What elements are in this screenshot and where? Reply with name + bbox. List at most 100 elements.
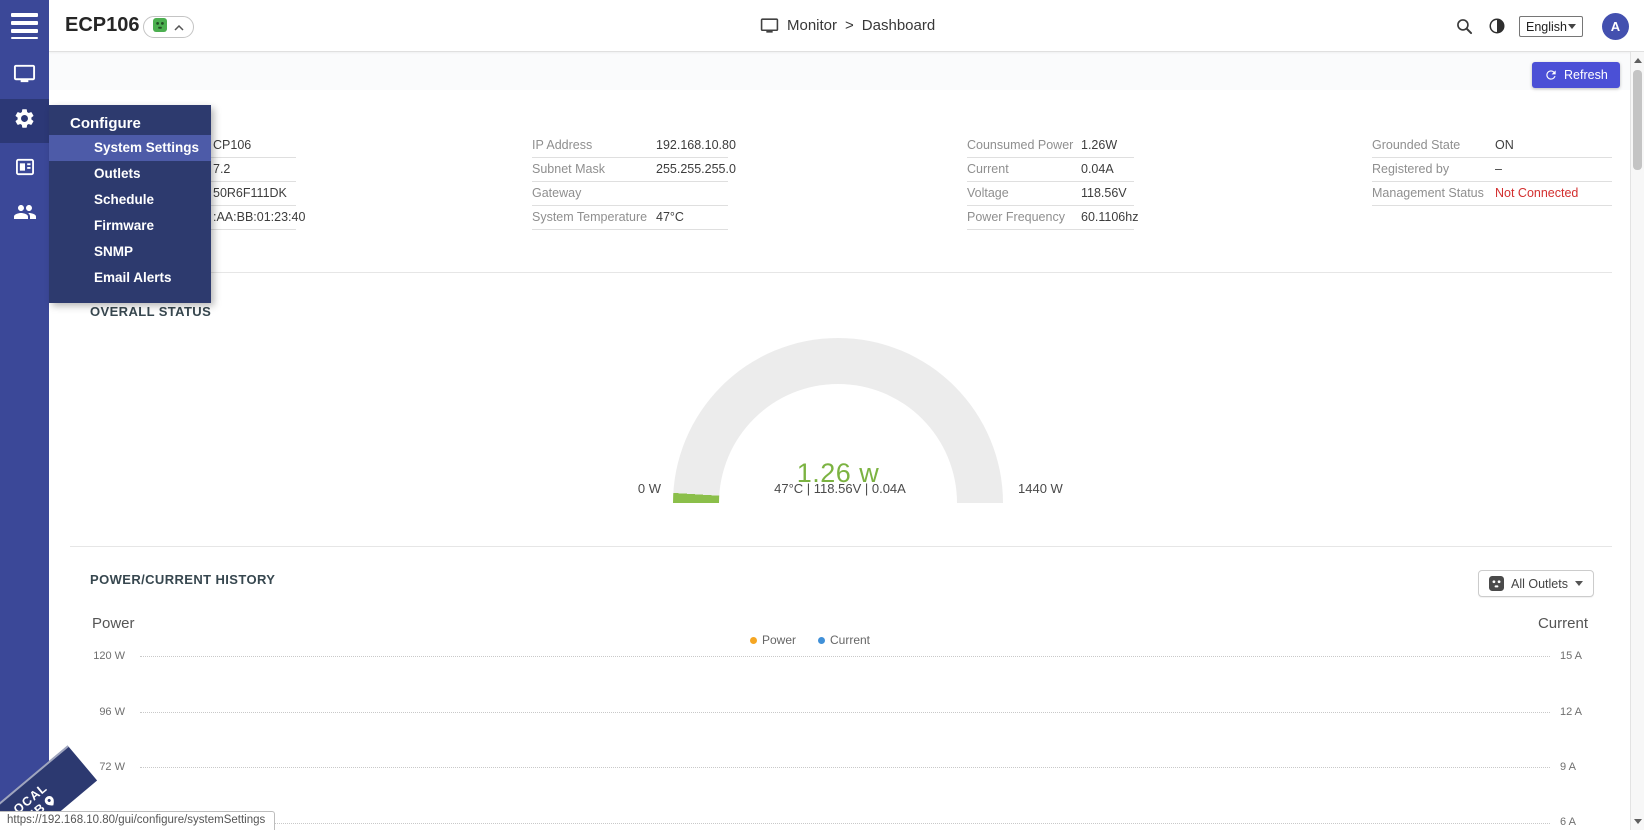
info-row: IP Address192.168.10.80 [532, 134, 728, 158]
outlet-status-icon [153, 18, 167, 37]
hamburger-menu-icon[interactable] [11, 13, 38, 39]
topbar: ECP106 Monitor > Dashboard English [49, 0, 1644, 52]
chart-gridline [140, 656, 1550, 657]
info-row: Registered by – [1372, 158, 1612, 182]
monitor-icon [760, 16, 779, 35]
info-row: Current 0.04A [967, 158, 1134, 182]
left-tick: 120 W [70, 650, 125, 662]
info-value: 0.04A [1081, 158, 1114, 181]
flyout-menu-title: Configure [70, 113, 141, 135]
power-legend-dot [750, 637, 757, 644]
menu-item-outlets[interactable]: Outlets [49, 161, 211, 187]
history-title: POWER/CURRENT HISTORY [90, 572, 275, 587]
info-value: 1.26W [1081, 134, 1117, 157]
management-status-value: Not Connected [1495, 182, 1578, 205]
search-icon[interactable] [1453, 15, 1475, 37]
right-tick: 15 A [1560, 650, 1582, 662]
scrollbar-up-arrow[interactable] [1634, 58, 1642, 63]
vertical-scrollbar[interactable] [1630, 52, 1644, 830]
sidebar-item-users[interactable] [0, 192, 49, 236]
breadcrumb: Monitor > Dashboard [760, 16, 935, 35]
info-value: 47°C [656, 206, 684, 229]
mac-address-value: :AA:BB:01:23:40 [213, 206, 305, 229]
device-status-pill[interactable] [143, 16, 194, 38]
info-label: Subnet Mask [532, 162, 605, 176]
info-label: Current [967, 162, 1009, 176]
contrast-icon[interactable] [1486, 15, 1508, 37]
chart-legend: Power Current [660, 633, 960, 647]
serial-number-value: 50R6F111DK [213, 182, 287, 205]
sidebar-item-monitor[interactable] [0, 54, 49, 98]
legend-label: Current [830, 633, 870, 647]
right-tick: 9 A [1560, 761, 1576, 773]
current-legend-dot [818, 637, 825, 644]
legend-item-power: Power [750, 633, 796, 647]
sidebar-item-logs[interactable] [0, 147, 49, 191]
chart-gridline [140, 823, 1550, 824]
info-value: – [1495, 158, 1502, 181]
breadcrumb-separator: > [845, 17, 854, 34]
info-value: ON [1495, 134, 1514, 157]
news-icon [14, 156, 36, 183]
language-select[interactable]: English [1519, 16, 1583, 37]
avatar[interactable]: A [1602, 13, 1629, 40]
info-row: Subnet Mask255.255.255.0 [532, 158, 728, 182]
chevron-up-icon [174, 18, 184, 36]
right-axis-title: Current [1488, 615, 1588, 632]
firmware-version-value: 7.2 [213, 158, 230, 181]
language-selected: English [1526, 20, 1567, 34]
all-outlets-button[interactable]: All Outlets [1478, 570, 1594, 597]
menu-item-firmware[interactable]: Firmware [49, 213, 211, 239]
info-value: 118.56V [1081, 182, 1127, 205]
info-row: Gateway [532, 182, 728, 206]
menu-item-schedule[interactable]: Schedule [49, 187, 211, 213]
info-label: Registered by [1372, 162, 1449, 176]
info-row: Voltage 118.56V [967, 182, 1134, 206]
chart-gridline [140, 712, 1550, 713]
power-gauge: 1.26 w [673, 338, 1003, 503]
refresh-label: Refresh [1564, 68, 1608, 82]
device-info-col3: Counsumed Power 1.26W Current 0.04A Voltag… [967, 134, 1134, 230]
info-value: 192.168.10.80 [656, 134, 736, 157]
info-label: Counsumed Power [967, 138, 1073, 152]
gear-icon [13, 107, 36, 135]
info-label: IP Address [532, 138, 592, 152]
menu-item-snmp[interactable]: SNMP [49, 239, 211, 265]
info-value: 255.255.255.0 [656, 158, 736, 181]
sidebar [0, 0, 49, 830]
caret-down-icon [1568, 24, 1576, 29]
all-outlets-label: All Outlets [1511, 577, 1568, 591]
section-divider [70, 272, 1612, 273]
breadcrumb-page[interactable]: Dashboard [862, 17, 935, 34]
outlet-icon [1489, 576, 1504, 591]
info-row: System Temperature47°C [532, 206, 728, 230]
info-label: Power Frequency [967, 210, 1065, 224]
device-name-value: CP106 [213, 134, 251, 157]
menu-item-system-settings[interactable]: System Settings [49, 135, 211, 161]
legend-item-current: Current [818, 633, 870, 647]
sidebar-item-configure[interactable] [0, 99, 49, 143]
info-row: Grounded StateON [1372, 134, 1612, 158]
link-status-tooltip: https://192.168.10.80/gui/configure/syst… [0, 811, 275, 830]
device-title: ECP106 [65, 14, 140, 37]
menu-item-email-alerts[interactable]: Email Alerts [49, 265, 211, 291]
scrollbar-down-arrow[interactable] [1634, 819, 1642, 824]
monitor-icon [13, 62, 36, 90]
scrollbar-thumb[interactable] [1633, 70, 1642, 170]
info-row: Counsumed Power 1.26W [967, 134, 1134, 158]
caret-down-icon [1575, 581, 1583, 586]
app-window: ECP106 Monitor > Dashboard English [0, 0, 1644, 830]
info-label: Management Status [1372, 186, 1484, 200]
gauge-max-label: 1440 W [1018, 481, 1063, 496]
refresh-button[interactable]: Refresh [1532, 62, 1620, 88]
info-row: Management Status Not Connected [1372, 182, 1612, 206]
info-label: Voltage [967, 186, 1009, 200]
device-info-col4: Grounded StateON Registered by – Manageme… [1372, 134, 1612, 206]
left-axis-title: Power [92, 615, 135, 632]
chart-gridline [140, 767, 1550, 768]
breadcrumb-section[interactable]: Monitor [787, 17, 837, 34]
section-divider [70, 546, 1612, 547]
legend-label: Power [762, 633, 796, 647]
gauge-min-label: 0 W [580, 481, 661, 496]
left-tick: 96 W [70, 706, 125, 718]
